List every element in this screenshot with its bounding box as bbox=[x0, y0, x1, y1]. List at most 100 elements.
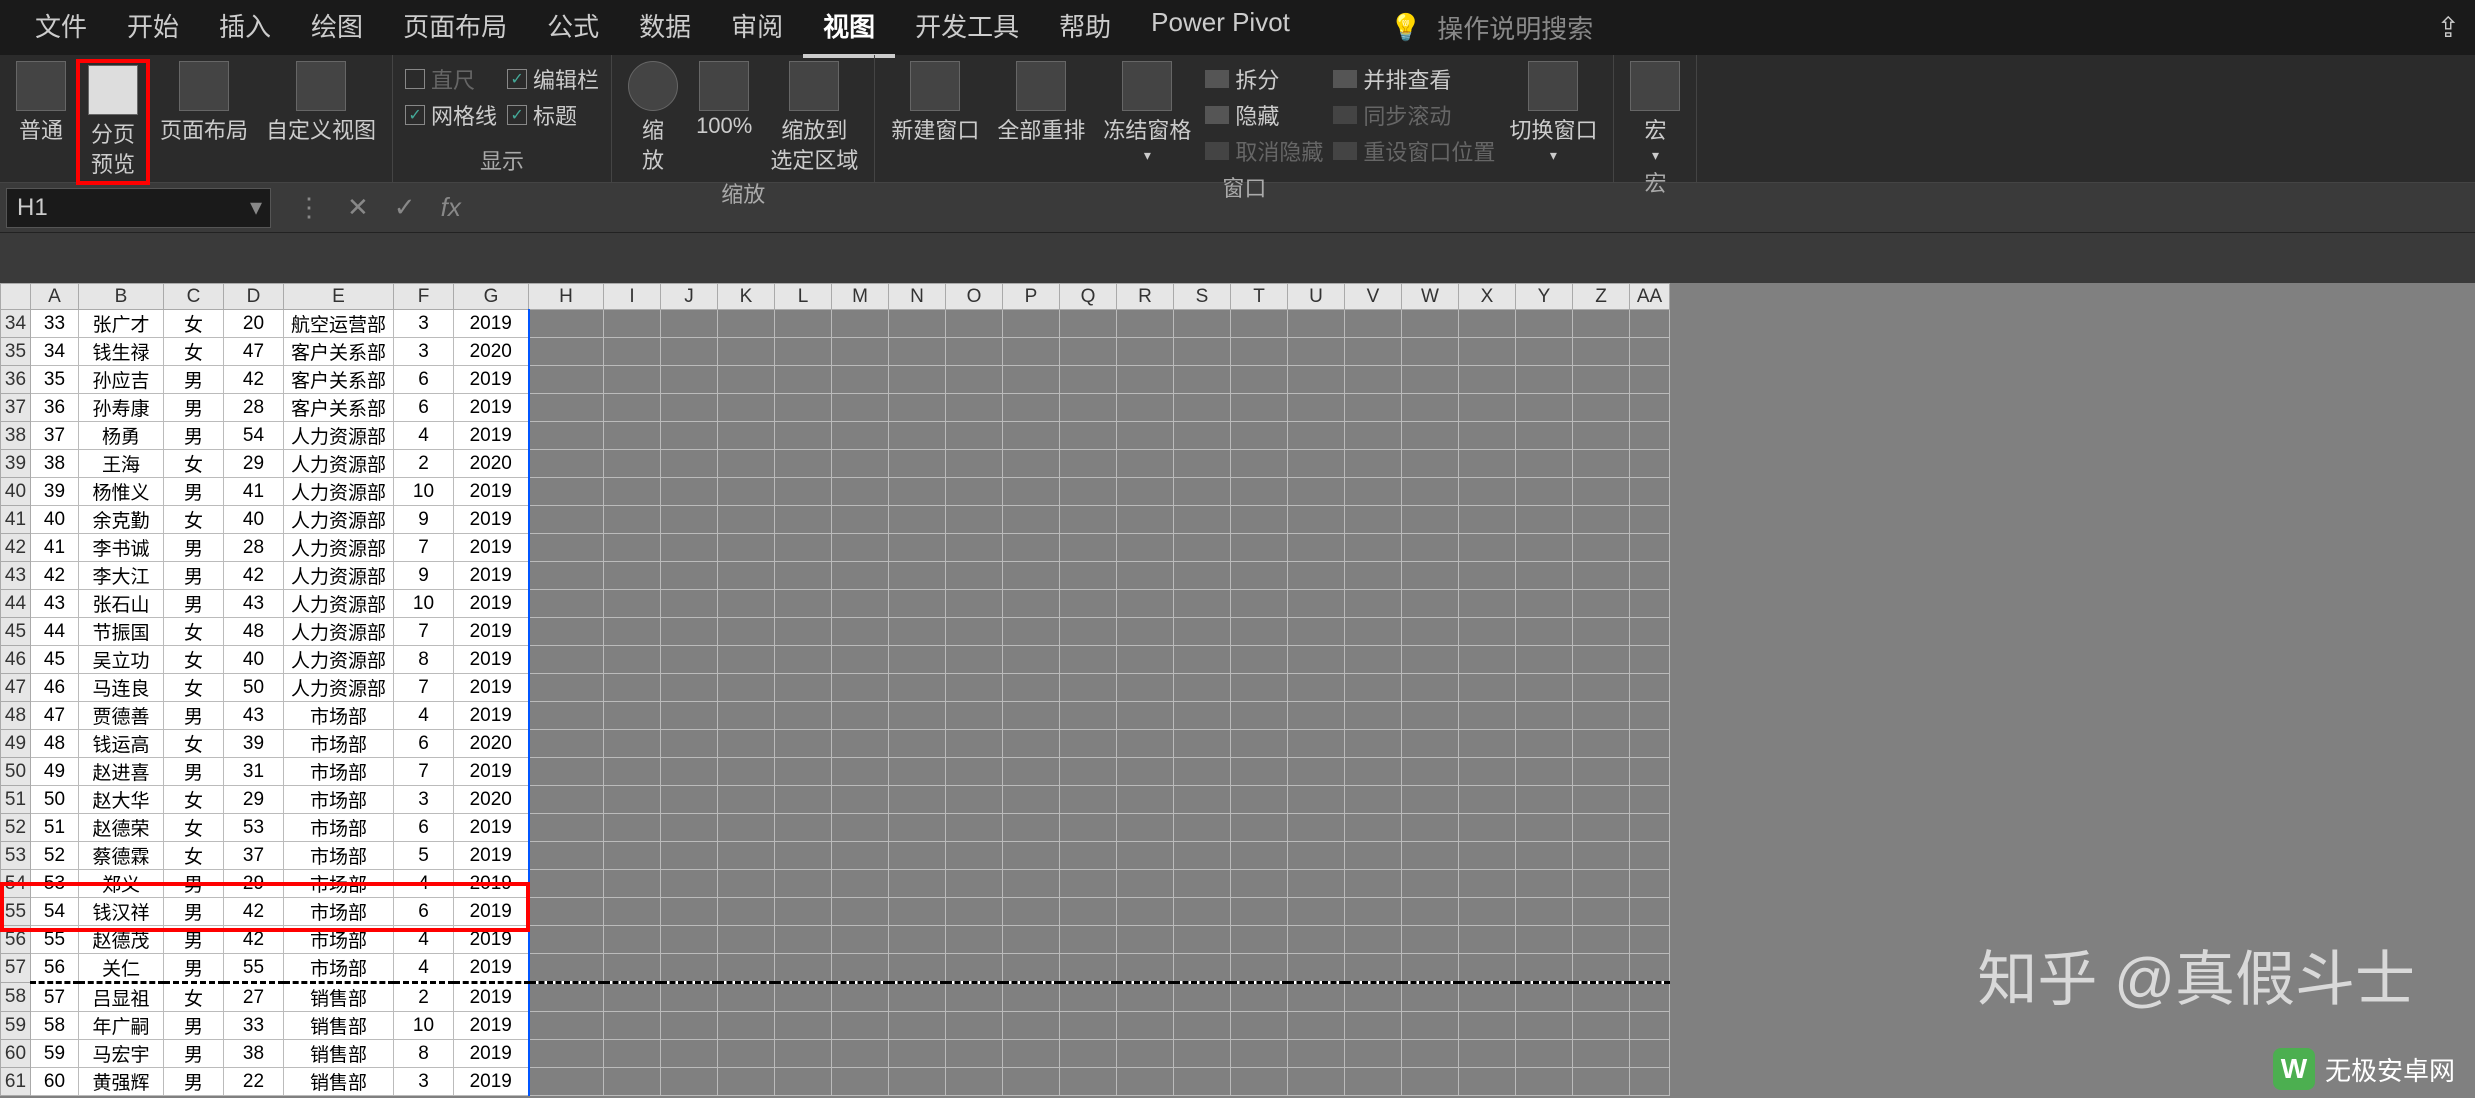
row-header-38[interactable]: 38 bbox=[1, 422, 31, 450]
cell-O39[interactable] bbox=[946, 450, 1003, 478]
cell-D53[interactable]: 37 bbox=[224, 842, 284, 870]
cell-Z57[interactable] bbox=[1573, 954, 1630, 983]
cell-C52[interactable]: 女 bbox=[164, 814, 224, 842]
cell-R37[interactable] bbox=[1117, 394, 1174, 422]
cell-M42[interactable] bbox=[832, 534, 889, 562]
cell-W61[interactable] bbox=[1402, 1068, 1459, 1096]
cell-O45[interactable] bbox=[946, 618, 1003, 646]
cell-L41[interactable] bbox=[775, 506, 832, 534]
cell-K43[interactable] bbox=[718, 562, 775, 590]
chevron-down-icon[interactable]: ▾ bbox=[250, 193, 262, 222]
cell-W54[interactable] bbox=[1402, 870, 1459, 898]
cell-V47[interactable] bbox=[1345, 674, 1402, 702]
cell-S58[interactable] bbox=[1174, 983, 1231, 1012]
col-header-E[interactable]: E bbox=[284, 284, 394, 310]
cell-AA60[interactable] bbox=[1630, 1040, 1670, 1068]
col-header-G[interactable]: G bbox=[454, 284, 529, 310]
cell-M40[interactable] bbox=[832, 478, 889, 506]
cell-H43[interactable] bbox=[529, 562, 604, 590]
cell-L43[interactable] bbox=[775, 562, 832, 590]
cell-F47[interactable]: 7 bbox=[394, 674, 454, 702]
cell-H50[interactable] bbox=[529, 758, 604, 786]
cell-I55[interactable] bbox=[604, 898, 661, 926]
cell-W58[interactable] bbox=[1402, 983, 1459, 1012]
cell-E54[interactable]: 市场部 bbox=[284, 870, 394, 898]
cell-R46[interactable] bbox=[1117, 646, 1174, 674]
col-header-Z[interactable]: Z bbox=[1573, 284, 1630, 310]
cell-F45[interactable]: 7 bbox=[394, 618, 454, 646]
cell-O41[interactable] bbox=[946, 506, 1003, 534]
cell-W38[interactable] bbox=[1402, 422, 1459, 450]
cell-Q48[interactable] bbox=[1060, 702, 1117, 730]
cell-W40[interactable] bbox=[1402, 478, 1459, 506]
cell-W36[interactable] bbox=[1402, 366, 1459, 394]
cell-T52[interactable] bbox=[1231, 814, 1288, 842]
cell-N45[interactable] bbox=[889, 618, 946, 646]
cell-E53[interactable]: 市场部 bbox=[284, 842, 394, 870]
tab-帮助[interactable]: 帮助 bbox=[1039, 0, 1131, 58]
cell-H34[interactable] bbox=[529, 310, 604, 338]
cell-E57[interactable]: 市场部 bbox=[284, 954, 394, 983]
row-header-50[interactable]: 50 bbox=[1, 758, 31, 786]
cell-X57[interactable] bbox=[1459, 954, 1516, 983]
cell-B61[interactable]: 黄强辉 bbox=[79, 1068, 164, 1096]
cell-F58[interactable]: 2 bbox=[394, 983, 454, 1012]
cell-Z55[interactable] bbox=[1573, 898, 1630, 926]
cell-C56[interactable]: 男 bbox=[164, 926, 224, 954]
cell-E50[interactable]: 市场部 bbox=[284, 758, 394, 786]
col-header-I[interactable]: I bbox=[604, 284, 661, 310]
cell-V53[interactable] bbox=[1345, 842, 1402, 870]
cell-S48[interactable] bbox=[1174, 702, 1231, 730]
cell-T61[interactable] bbox=[1231, 1068, 1288, 1096]
cell-D41[interactable]: 40 bbox=[224, 506, 284, 534]
cell-G54[interactable]: 2019 bbox=[454, 870, 529, 898]
cell-Q40[interactable] bbox=[1060, 478, 1117, 506]
cell-A47[interactable]: 46 bbox=[31, 674, 79, 702]
cell-Q47[interactable] bbox=[1060, 674, 1117, 702]
cell-A61[interactable]: 60 bbox=[31, 1068, 79, 1096]
cell-AA57[interactable] bbox=[1630, 954, 1670, 983]
cell-J55[interactable] bbox=[661, 898, 718, 926]
cell-T56[interactable] bbox=[1231, 926, 1288, 954]
cell-A39[interactable]: 38 bbox=[31, 450, 79, 478]
cell-Z38[interactable] bbox=[1573, 422, 1630, 450]
cell-Q53[interactable] bbox=[1060, 842, 1117, 870]
cell-U57[interactable] bbox=[1288, 954, 1345, 983]
cell-X50[interactable] bbox=[1459, 758, 1516, 786]
tab-开发工具[interactable]: 开发工具 bbox=[895, 0, 1039, 58]
cell-M56[interactable] bbox=[832, 926, 889, 954]
cell-F48[interactable]: 4 bbox=[394, 702, 454, 730]
cell-P40[interactable] bbox=[1003, 478, 1060, 506]
cell-H41[interactable] bbox=[529, 506, 604, 534]
cell-G51[interactable]: 2020 bbox=[454, 786, 529, 814]
cell-K48[interactable] bbox=[718, 702, 775, 730]
cell-R35[interactable] bbox=[1117, 338, 1174, 366]
cell-K53[interactable] bbox=[718, 842, 775, 870]
cell-R59[interactable] bbox=[1117, 1012, 1174, 1040]
cell-F49[interactable]: 6 bbox=[394, 730, 454, 758]
cell-V46[interactable] bbox=[1345, 646, 1402, 674]
cell-H35[interactable] bbox=[529, 338, 604, 366]
cell-T40[interactable] bbox=[1231, 478, 1288, 506]
cell-J43[interactable] bbox=[661, 562, 718, 590]
cell-G56[interactable]: 2019 bbox=[454, 926, 529, 954]
cell-J42[interactable] bbox=[661, 534, 718, 562]
cell-I38[interactable] bbox=[604, 422, 661, 450]
col-header-T[interactable]: T bbox=[1231, 284, 1288, 310]
cell-F46[interactable]: 8 bbox=[394, 646, 454, 674]
cell-V36[interactable] bbox=[1345, 366, 1402, 394]
cell-R38[interactable] bbox=[1117, 422, 1174, 450]
cell-V43[interactable] bbox=[1345, 562, 1402, 590]
cell-M47[interactable] bbox=[832, 674, 889, 702]
cell-B53[interactable]: 蔡德霖 bbox=[79, 842, 164, 870]
cell-O48[interactable] bbox=[946, 702, 1003, 730]
cell-W50[interactable] bbox=[1402, 758, 1459, 786]
cell-T48[interactable] bbox=[1231, 702, 1288, 730]
cell-Q34[interactable] bbox=[1060, 310, 1117, 338]
cell-G47[interactable]: 2019 bbox=[454, 674, 529, 702]
col-header-N[interactable]: N bbox=[889, 284, 946, 310]
cell-Q60[interactable] bbox=[1060, 1040, 1117, 1068]
cell-O46[interactable] bbox=[946, 646, 1003, 674]
cell-Q55[interactable] bbox=[1060, 898, 1117, 926]
cell-Y56[interactable] bbox=[1516, 926, 1573, 954]
